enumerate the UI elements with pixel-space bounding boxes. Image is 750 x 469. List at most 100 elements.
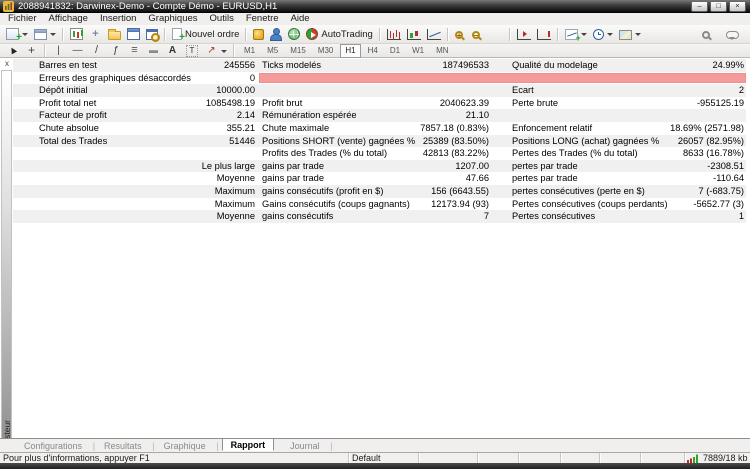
status-help-text: Pour plus d'informations, appuyer F1 — [0, 453, 348, 463]
navigator-button[interactable] — [106, 26, 123, 42]
tile-windows-button[interactable] — [487, 26, 505, 42]
report-row: Profit total net1085498.19Profit brut204… — [13, 97, 746, 110]
tester-panel-handle[interactable]: Testeur — [1, 70, 12, 452]
fibonacci-icon: ƒ — [109, 44, 122, 57]
tf-m30[interactable]: M30 — [313, 44, 339, 58]
auto-scroll-button[interactable] — [515, 26, 533, 42]
zoom-out-icon — [472, 31, 480, 39]
report-cell-label: Erreurs des graphiques désaccordés — [13, 72, 250, 85]
report-row: Facteur de profit2.14Rémunération espéré… — [13, 109, 746, 122]
report-cell-value: 0 — [250, 72, 259, 85]
chart-shift-button[interactable] — [535, 26, 553, 42]
menu-fichier[interactable]: Fichier — [2, 13, 43, 25]
indicators-button[interactable] — [563, 26, 589, 42]
tf-mn[interactable]: MN — [431, 44, 453, 58]
report-cell-label: Positions LONG (achat) gagnées % — [509, 135, 678, 148]
tab-journal[interactable]: Journal — [284, 440, 326, 452]
report-cell-value: 7 — [484, 210, 509, 223]
strategy-tester-button[interactable] — [144, 26, 160, 42]
report-cell-label: gains consécutifs (profit en $) — [259, 185, 431, 198]
data-window-button[interactable]: + — [87, 26, 104, 42]
terminal-button[interactable] — [125, 26, 142, 42]
report-cell-value: 12173.94 (93) — [431, 198, 509, 211]
tf-w1[interactable]: W1 — [407, 44, 429, 58]
bar-chart-button[interactable] — [385, 26, 403, 42]
tf-d1[interactable]: D1 — [385, 44, 405, 58]
menu-fenetre[interactable]: Fenetre — [240, 13, 285, 25]
tf-m5[interactable]: M5 — [262, 44, 283, 58]
close-button[interactable]: × — [729, 2, 746, 12]
report-cell-value: -110.64 — [713, 172, 746, 185]
menu-insertion[interactable]: Insertion — [94, 13, 142, 25]
profiles-button[interactable] — [32, 26, 58, 42]
menu-aide[interactable]: Aide — [285, 13, 316, 25]
report-cell-label: Perte brute — [509, 97, 697, 110]
tab-rapport[interactable]: Rapport — [222, 438, 275, 451]
chat-button[interactable] — [724, 26, 741, 42]
minimize-button[interactable]: – — [691, 2, 708, 12]
cursor-button[interactable]: ▶ — [4, 43, 21, 59]
menu-affichage[interactable]: Affichage — [43, 13, 94, 25]
arrows-button[interactable]: ↗ — [203, 43, 229, 59]
fibonacci-button[interactable]: ƒ — [107, 43, 124, 59]
tab-resultats[interactable]: Resultats — [98, 440, 148, 452]
market-button[interactable] — [286, 26, 302, 42]
autotrading-button[interactable]: AutoTrading — [304, 26, 374, 42]
new-order-label: Nouvel ordre — [185, 29, 239, 40]
report-cell-value: 355.21 — [227, 122, 259, 135]
search-button[interactable] — [700, 26, 715, 42]
tab-graphique[interactable]: Graphique — [158, 440, 212, 452]
report-row: Profits des Trades (% du total)42813 (83… — [13, 147, 746, 160]
zoom-out-button[interactable] — [470, 26, 485, 42]
label-button[interactable]: T — [183, 43, 201, 59]
new-order-button[interactable]: Nouvel ordre — [170, 26, 241, 42]
report-cell-label: Facteur de profit — [13, 109, 237, 122]
zoom-in-icon — [455, 31, 463, 39]
tf-h4[interactable]: H4 — [363, 44, 383, 58]
report-row: Le plus largegains par trade1207.00perte… — [13, 160, 746, 173]
zoom-in-button[interactable] — [453, 26, 468, 42]
report-cell-value: 2 — [739, 84, 746, 97]
vertical-line-button[interactable]: | — [50, 43, 67, 59]
trendline-button[interactable]: / — [88, 43, 105, 59]
shapes-button[interactable]: ▬ — [145, 43, 162, 59]
report-row: Barres en test245556Ticks modelés1874965… — [13, 59, 746, 72]
community-button[interactable] — [268, 26, 284, 42]
report-cell-value: -955125.19 — [697, 97, 746, 110]
channel-button[interactable]: ≡ — [126, 43, 143, 59]
tab-configurations[interactable]: Configurations — [18, 440, 88, 452]
report-row: MaximumGains consécutifs (coups gagnants… — [13, 198, 746, 211]
tf-h1[interactable]: H1 — [340, 44, 360, 58]
market-watch-button[interactable] — [68, 26, 85, 42]
text-button[interactable]: A — [164, 43, 181, 59]
line-chart-button[interactable] — [425, 26, 443, 42]
trendline-icon: / — [90, 44, 103, 57]
menu-graphiques[interactable]: Graphiques — [142, 13, 203, 25]
autotrading-icon — [306, 28, 318, 40]
report-row: Total des Trades51446Positions SHORT (ve… — [13, 135, 746, 148]
maximize-button[interactable]: □ — [710, 2, 727, 12]
crosshair-button[interactable]: + — [23, 43, 40, 59]
horizontal-line-button[interactable]: — — [69, 43, 86, 59]
report-cell-value: 47.66 — [466, 172, 509, 185]
templates-icon — [619, 30, 632, 40]
report-cell-value: 156 (6643.55) — [431, 185, 509, 198]
report-row: Moyennegains par trade47.66pertes par tr… — [13, 172, 746, 185]
report-cell-value: Le plus large — [202, 160, 259, 173]
periods-button[interactable] — [591, 26, 615, 42]
report-cell-label: Dépôt initial — [13, 84, 216, 97]
new-chart-button[interactable] — [4, 26, 30, 42]
tf-m15[interactable]: M15 — [285, 44, 311, 58]
market-icon — [288, 28, 300, 40]
tester-close-button[interactable]: x — [2, 59, 12, 69]
standard-toolbar: + Nouvel ordre AutoTrading — [0, 25, 750, 44]
templates-button[interactable] — [617, 26, 643, 42]
candlestick-chart-button[interactable] — [405, 26, 423, 42]
tf-m1[interactable]: M1 — [239, 44, 260, 58]
report-cell-label: Pertes consécutives — [509, 210, 739, 223]
toolbar-separator — [447, 28, 449, 41]
tester-tabs: Configurations Resultats Graphique Rapport J… — [0, 438, 750, 452]
autotrading-label: AutoTrading — [321, 29, 372, 40]
menu-outils[interactable]: Outils — [204, 13, 240, 25]
metaeditor-button[interactable] — [251, 26, 266, 42]
